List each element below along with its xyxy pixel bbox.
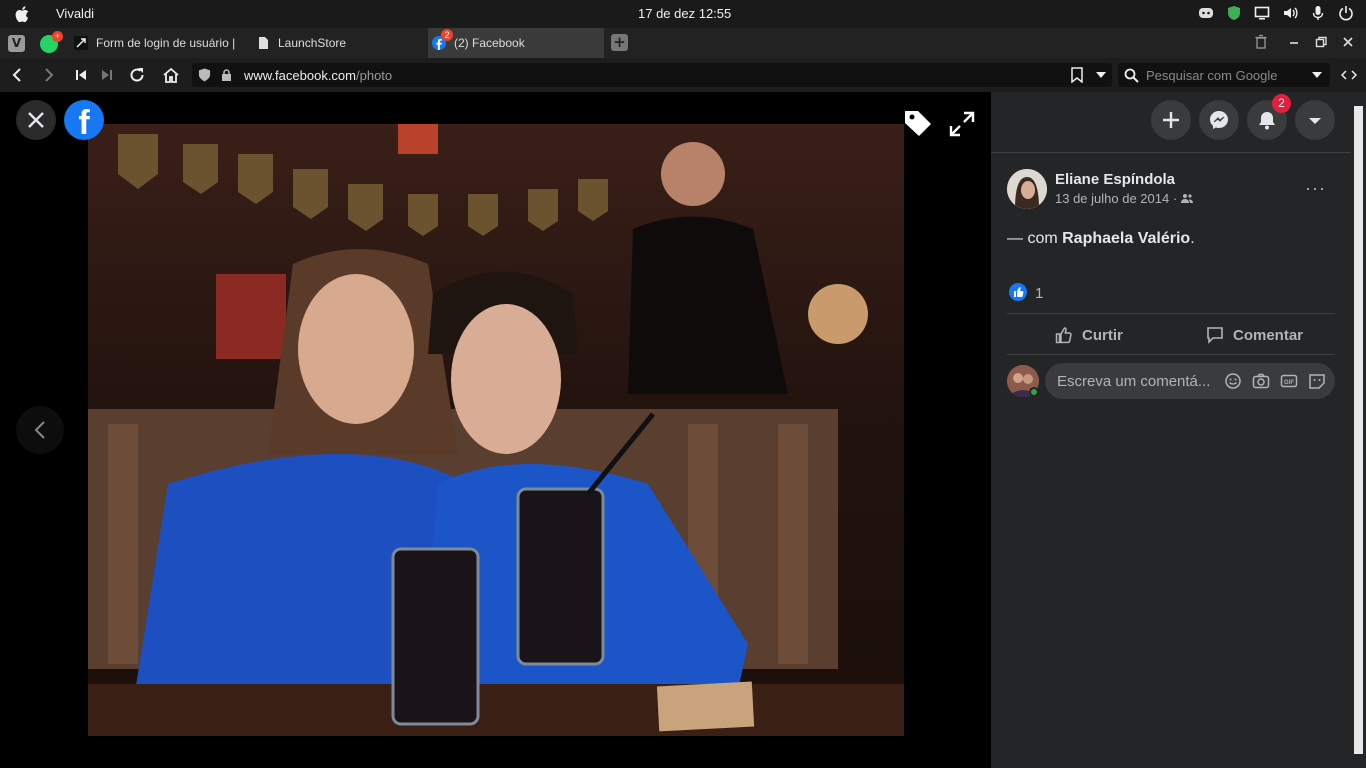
tab-notification-badge: 2 (441, 29, 453, 41)
url-text[interactable]: www.facebook.com/photo (244, 68, 392, 83)
previous-photo-button[interactable] (16, 406, 64, 454)
friends-audience-icon (1180, 194, 1193, 203)
plus-icon (1163, 112, 1179, 128)
facebook-logo-icon[interactable]: f (64, 100, 104, 140)
camera-icon[interactable] (1252, 372, 1270, 390)
volume-icon[interactable] (1282, 5, 1298, 21)
more-options-button[interactable]: ··· (1305, 178, 1329, 198)
emoji-icon[interactable] (1224, 372, 1242, 390)
new-tab-button[interactable]: + (611, 34, 628, 51)
like-button[interactable]: Curtir (1054, 322, 1123, 348)
thumbs-up-icon (1055, 327, 1072, 344)
trash-icon[interactable] (1253, 34, 1269, 50)
meta-separator: · (1169, 191, 1181, 206)
divider (1007, 313, 1335, 314)
caption-prefix: — com (1007, 230, 1063, 247)
system-tray (1198, 5, 1354, 21)
rewind-icon[interactable] (72, 66, 90, 84)
fast-forward-icon[interactable] (98, 66, 116, 84)
rocket-favicon-icon (74, 36, 88, 50)
chevron-down-icon[interactable] (1096, 71, 1106, 79)
like-label: Curtir (1082, 326, 1123, 344)
scrollbar-thumb[interactable] (1354, 106, 1363, 754)
bookmark-icon[interactable] (1070, 67, 1084, 83)
tab-label: (2) Facebook (454, 36, 525, 50)
messenger-icon (1210, 111, 1228, 129)
author-avatar-image (1007, 169, 1047, 209)
chevron-left-icon (34, 421, 45, 439)
comment-placeholder: Escreva um comentá... (1057, 373, 1211, 390)
svg-text:GIF: GIF (1284, 380, 1294, 386)
search-placeholder: Pesquisar com Google (1146, 68, 1278, 83)
back-icon[interactable] (8, 66, 26, 84)
vivaldi-menu-icon[interactable]: V (8, 35, 25, 52)
os-menu-bar: Vivaldi 17 de dez 12:55 (0, 0, 1366, 28)
online-status-dot (1029, 387, 1039, 397)
app-name[interactable]: Vivaldi (56, 6, 94, 21)
minimize-icon[interactable] (1286, 34, 1302, 50)
close-icon (28, 112, 44, 128)
close-viewer-button[interactable] (16, 100, 56, 140)
divider (1007, 354, 1335, 355)
apple-icon[interactable] (14, 4, 32, 24)
document-favicon-icon (259, 37, 268, 49)
whatsapp-badge: + (52, 31, 63, 42)
photo[interactable] (88, 124, 904, 736)
discord-icon[interactable] (1198, 5, 1214, 21)
tab-form-login[interactable]: Form de login de usuário | (70, 28, 240, 58)
caption-suffix: . (1190, 230, 1195, 247)
lock-icon (222, 69, 231, 81)
post-caption: — com Raphaela Valério. (1007, 230, 1195, 248)
developer-tools-icon[interactable] (1341, 68, 1357, 82)
sticker-icon[interactable] (1308, 372, 1326, 390)
comment-button[interactable]: Comentar (1205, 322, 1303, 348)
forward-icon[interactable] (40, 66, 58, 84)
close-window-icon[interactable] (1340, 34, 1356, 50)
tab-strip: V + Form de login de usuário | LaunchSto… (0, 28, 1366, 58)
post-meta: 13 de julho de 2014 · (1055, 191, 1193, 206)
reload-icon[interactable] (128, 66, 146, 84)
scrollbar[interactable] (1351, 92, 1366, 768)
like-count[interactable]: 1 (1035, 285, 1043, 302)
screen-icon[interactable] (1254, 5, 1270, 21)
power-icon[interactable] (1338, 5, 1354, 21)
divider (991, 152, 1351, 153)
messenger-button[interactable] (1199, 100, 1239, 140)
address-bar: www.facebook.com/photo Pesquisar com Goo… (0, 58, 1366, 92)
gif-icon[interactable]: GIF (1280, 372, 1298, 390)
shield-icon[interactable] (198, 68, 211, 82)
post-date[interactable]: 13 de julho de 2014 (1055, 191, 1169, 206)
url-path: /photo (356, 68, 393, 83)
photo-image (88, 124, 904, 736)
create-button[interactable] (1151, 100, 1191, 140)
tab-label: LaunchStore (278, 36, 347, 50)
restore-icon[interactable] (1313, 34, 1329, 50)
tab-facebook[interactable]: 2 (2) Facebook (428, 28, 604, 58)
tab-label: Form de login de usuário | (96, 36, 236, 50)
author-avatar[interactable] (1007, 169, 1047, 209)
microphone-icon[interactable] (1310, 5, 1326, 21)
comment-label: Comentar (1233, 326, 1304, 344)
tab-launchstore[interactable]: LaunchStore (250, 28, 425, 58)
author-name[interactable]: Eliane Espíndola (1055, 171, 1175, 188)
account-menu-button[interactable] (1295, 100, 1335, 140)
comment-icon (1207, 327, 1223, 344)
shield-icon[interactable] (1226, 5, 1242, 21)
search-icon (1124, 68, 1139, 83)
search-engine-dropdown-icon[interactable] (1312, 71, 1322, 79)
tagged-person-link[interactable]: Raphaela Valério (1062, 230, 1190, 247)
fullscreen-icon[interactable] (948, 110, 976, 138)
home-icon[interactable] (162, 66, 180, 84)
clock[interactable]: 17 de dez 12:55 (638, 6, 731, 21)
caret-down-icon (1309, 118, 1321, 124)
tag-icon[interactable] (902, 107, 934, 139)
url-host: www.facebook.com (244, 68, 356, 83)
like-reaction-icon[interactable] (1009, 283, 1027, 301)
notifications-badge: 2 (1272, 94, 1291, 113)
